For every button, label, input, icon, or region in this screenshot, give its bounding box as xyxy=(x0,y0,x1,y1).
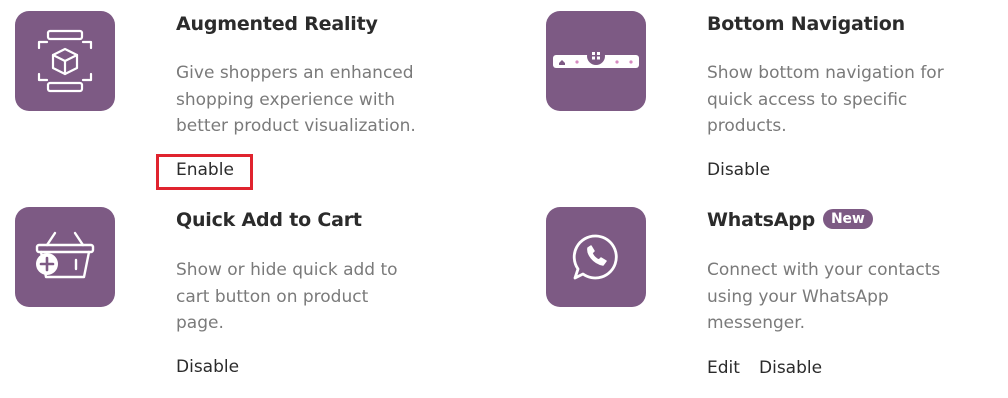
disable-button[interactable]: Disable xyxy=(707,160,770,180)
description-line: using your WhatsApp xyxy=(707,286,889,307)
feature-title: Bottom Navigation xyxy=(707,13,905,35)
disable-button[interactable]: Disable xyxy=(759,358,822,378)
description-line: better product visualization. xyxy=(176,116,416,136)
ar-cube-icon xyxy=(15,11,115,111)
new-badge: New xyxy=(823,209,873,229)
disable-button[interactable]: Disable xyxy=(176,357,239,377)
feature-title-text: WhatsApp xyxy=(707,209,816,231)
description-line: quick access to specific xyxy=(707,89,908,110)
whatsapp-icon xyxy=(546,207,646,307)
feature-title: WhatsApp New xyxy=(707,209,873,231)
feature-description: Give shoppers an enhanced shopping exper… xyxy=(176,60,476,140)
add-to-basket-icon xyxy=(15,207,115,307)
feature-description: Show bottom navigation for quick access … xyxy=(707,60,997,140)
description-line: cart button on product xyxy=(176,286,369,307)
description-line: Give shoppers an enhanced xyxy=(176,63,414,83)
description-line: messenger. xyxy=(707,313,806,333)
description-line: shopping experience with xyxy=(176,89,395,110)
description-line: Show or hide quick add to xyxy=(176,260,398,280)
description-line: Connect with your contacts xyxy=(707,260,941,280)
feature-description: Connect with your contacts using your Wh… xyxy=(707,257,997,337)
feature-description: Show or hide quick add to cart button on… xyxy=(176,257,476,337)
edit-button[interactable]: Edit xyxy=(707,358,740,378)
description-line: page. xyxy=(176,313,224,333)
bottom-navigation-icon xyxy=(546,11,646,111)
description-line: products. xyxy=(707,116,787,136)
feature-title: Augmented Reality xyxy=(176,13,378,35)
feature-title: Quick Add to Cart xyxy=(176,209,362,231)
description-line: Show bottom navigation for xyxy=(707,63,944,83)
enable-button[interactable]: Enable xyxy=(176,160,234,180)
